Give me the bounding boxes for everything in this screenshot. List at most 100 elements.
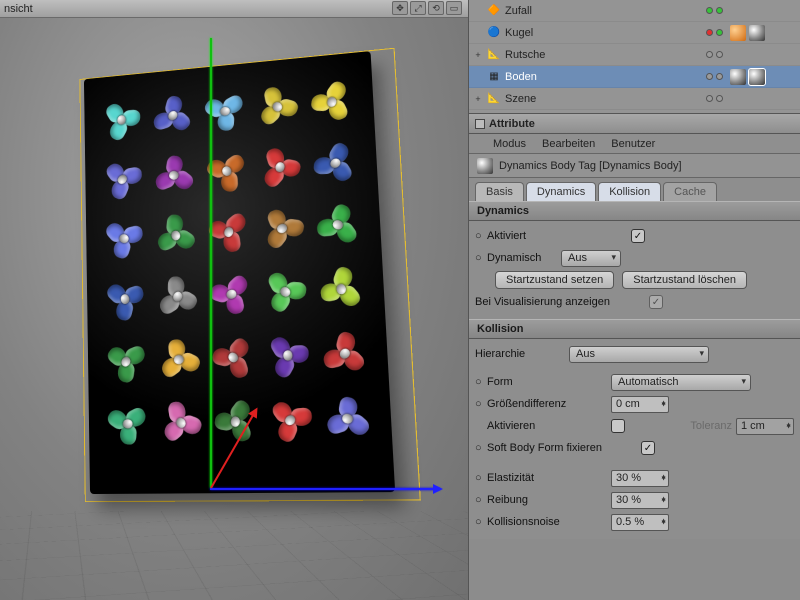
field-kollisionsnoise[interactable]: 0.5 % — [611, 514, 669, 531]
section-dynamics-header: Dynamics — [469, 201, 800, 221]
field-reibung[interactable]: 30 % — [611, 492, 669, 509]
board-object — [84, 51, 395, 494]
object-row-zufall[interactable]: 🔶Zufall — [469, 0, 800, 22]
attribute-lock-icon[interactable] — [475, 119, 485, 129]
maximize-icon[interactable]: ▭ — [446, 1, 462, 15]
dynamics-tag-icon[interactable] — [749, 69, 765, 85]
button-startzustand-setzen[interactable]: Startzustand setzen — [495, 271, 614, 289]
pan-icon[interactable]: ✥ — [392, 1, 408, 15]
tri-spinner — [298, 128, 373, 198]
orbit-icon[interactable]: ⟲ — [428, 1, 444, 15]
label-groessendifferenz: Größendifferenz — [487, 398, 607, 410]
field-elastizitaet-value: 30 % — [616, 472, 641, 484]
object-name-label: Kugel — [505, 27, 585, 39]
tag-icon[interactable] — [730, 69, 746, 85]
tri-spinner — [196, 198, 261, 267]
object-type-icon: 📐 — [486, 91, 502, 107]
attribute-tabs: Basis Dynamics Kollision Cache — [469, 178, 800, 201]
axis-y[interactable] — [210, 38, 212, 488]
label-aktivieren: Aktivieren — [487, 420, 607, 432]
object-name-label: Boden — [505, 71, 585, 83]
object-row-szene[interactable]: +📐Szene — [469, 88, 800, 110]
checkbox-softbody-fixieren[interactable] — [641, 441, 655, 455]
menu-bearbeiten[interactable]: Bearbeiten — [542, 138, 595, 150]
attribute-menu-bar: Modus Bearbeiten Benutzer — [469, 134, 800, 154]
object-type-icon: 📐 — [486, 47, 502, 63]
field-toleranz: 1 cm — [736, 418, 794, 435]
attribute-object-label: Dynamics Body Tag [Dynamics Body] — [499, 160, 682, 172]
tri-spinner — [145, 385, 217, 461]
label-bei-visualisierung: Bei Visualisierung anzeigen — [475, 296, 645, 308]
checkbox-aktivieren[interactable] — [611, 419, 625, 433]
object-row-kugel[interactable]: 🔵Kugel — [469, 22, 800, 44]
attribute-title: Attribute — [489, 118, 535, 130]
tri-spinner — [143, 200, 208, 271]
tab-kollision[interactable]: Kollision — [598, 182, 661, 201]
viewport-title-bar: nsicht ✥ ⤢ ⟲ ▭ — [0, 0, 468, 18]
tri-spinner — [143, 149, 204, 203]
tri-spinner — [314, 388, 382, 451]
viewport-title: nsicht — [4, 3, 33, 15]
dropdown-hierarchie-value: Aus — [576, 348, 595, 360]
checkbox-bei-visualisierung — [649, 295, 663, 309]
object-type-icon: 🔵 — [486, 25, 502, 41]
dropdown-form-value: Automatisch — [618, 376, 679, 388]
field-elastizitaet[interactable]: 30 % — [611, 470, 669, 487]
menu-benutzer[interactable]: Benutzer — [611, 138, 655, 150]
tab-dynamics[interactable]: Dynamics — [526, 182, 596, 201]
field-groessendifferenz[interactable]: 0 cm — [611, 396, 669, 413]
section-kollision-header: Kollision — [469, 319, 800, 339]
dropdown-hierarchie[interactable]: Aus — [569, 346, 709, 363]
object-row-boden[interactable]: ▦Boden — [469, 66, 800, 88]
field-toleranz-value: 1 cm — [741, 420, 765, 432]
button-startzustand-loeschen[interactable]: Startzustand löschen — [622, 271, 747, 289]
visibility-dots[interactable] — [706, 7, 727, 14]
tri-spinner — [250, 135, 310, 199]
tri-spinner — [196, 320, 271, 395]
dropdown-form[interactable]: Automatisch — [611, 374, 751, 391]
dropdown-dynamisch-value: Aus — [568, 252, 587, 264]
expand-icon[interactable]: + — [473, 94, 483, 104]
viewport-nav-tools: ✥ ⤢ ⟲ ▭ — [392, 1, 462, 15]
checkbox-aktiviert[interactable] — [631, 229, 645, 243]
visibility-dots[interactable] — [706, 95, 727, 102]
label-toleranz: Toleranz — [690, 420, 732, 432]
dropdown-dynamisch[interactable]: Aus — [561, 250, 621, 267]
tri-spinner — [242, 71, 315, 143]
axis-x[interactable] — [210, 488, 440, 490]
expand-icon[interactable]: + — [473, 50, 483, 60]
field-kollisionsnoise-value: 0.5 % — [616, 516, 644, 528]
object-name-label: Zufall — [505, 5, 585, 17]
right-panel: 🔶Zufall🔵Kugel+📐Rutsche▦Boden+📐Szene Attr… — [468, 0, 800, 600]
section-dynamics: ○ Aktiviert ○ Dynamisch Aus Startzustand… — [469, 221, 800, 319]
menu-modus[interactable]: Modus — [493, 138, 526, 150]
tag-icon[interactable] — [749, 25, 765, 41]
tri-spinner — [92, 209, 157, 270]
tri-spinner — [96, 266, 155, 333]
visibility-dots[interactable] — [706, 51, 727, 58]
viewport-canvas[interactable] — [0, 18, 468, 600]
object-manager[interactable]: 🔶Zufall🔵Kugel+📐Rutsche▦Boden+📐Szene — [469, 0, 800, 114]
visibility-dots[interactable] — [706, 73, 727, 80]
label-form: Form — [487, 376, 607, 388]
tab-cache[interactable]: Cache — [663, 182, 717, 201]
label-aktiviert: Aktiviert — [487, 230, 627, 242]
label-softbody-fixieren: Soft Body Form fixieren — [487, 442, 637, 454]
tri-spinner — [302, 191, 376, 259]
visibility-dots[interactable] — [706, 29, 727, 36]
tri-spinner — [99, 398, 156, 451]
object-name-label: Szene — [505, 93, 585, 105]
tri-spinner — [143, 261, 211, 333]
object-type-icon: 🔶 — [486, 3, 502, 19]
tri-spinner — [192, 135, 262, 207]
object-row-rutsche[interactable]: +📐Rutsche — [469, 44, 800, 66]
tri-spinner — [305, 73, 359, 130]
section-kollision: Hierarchie Aus ○ Form Automatisch ○ Größ… — [469, 339, 800, 539]
object-type-icon: ▦ — [486, 69, 502, 85]
viewport: nsicht ✥ ⤢ ⟲ ▭ — [0, 0, 468, 600]
tri-spinner — [306, 315, 384, 393]
tab-basis[interactable]: Basis — [475, 182, 524, 201]
label-kollisionsnoise: Kollisionsnoise — [487, 516, 607, 528]
zoom-icon[interactable]: ⤢ — [410, 1, 426, 15]
tag-icon[interactable] — [730, 25, 746, 41]
